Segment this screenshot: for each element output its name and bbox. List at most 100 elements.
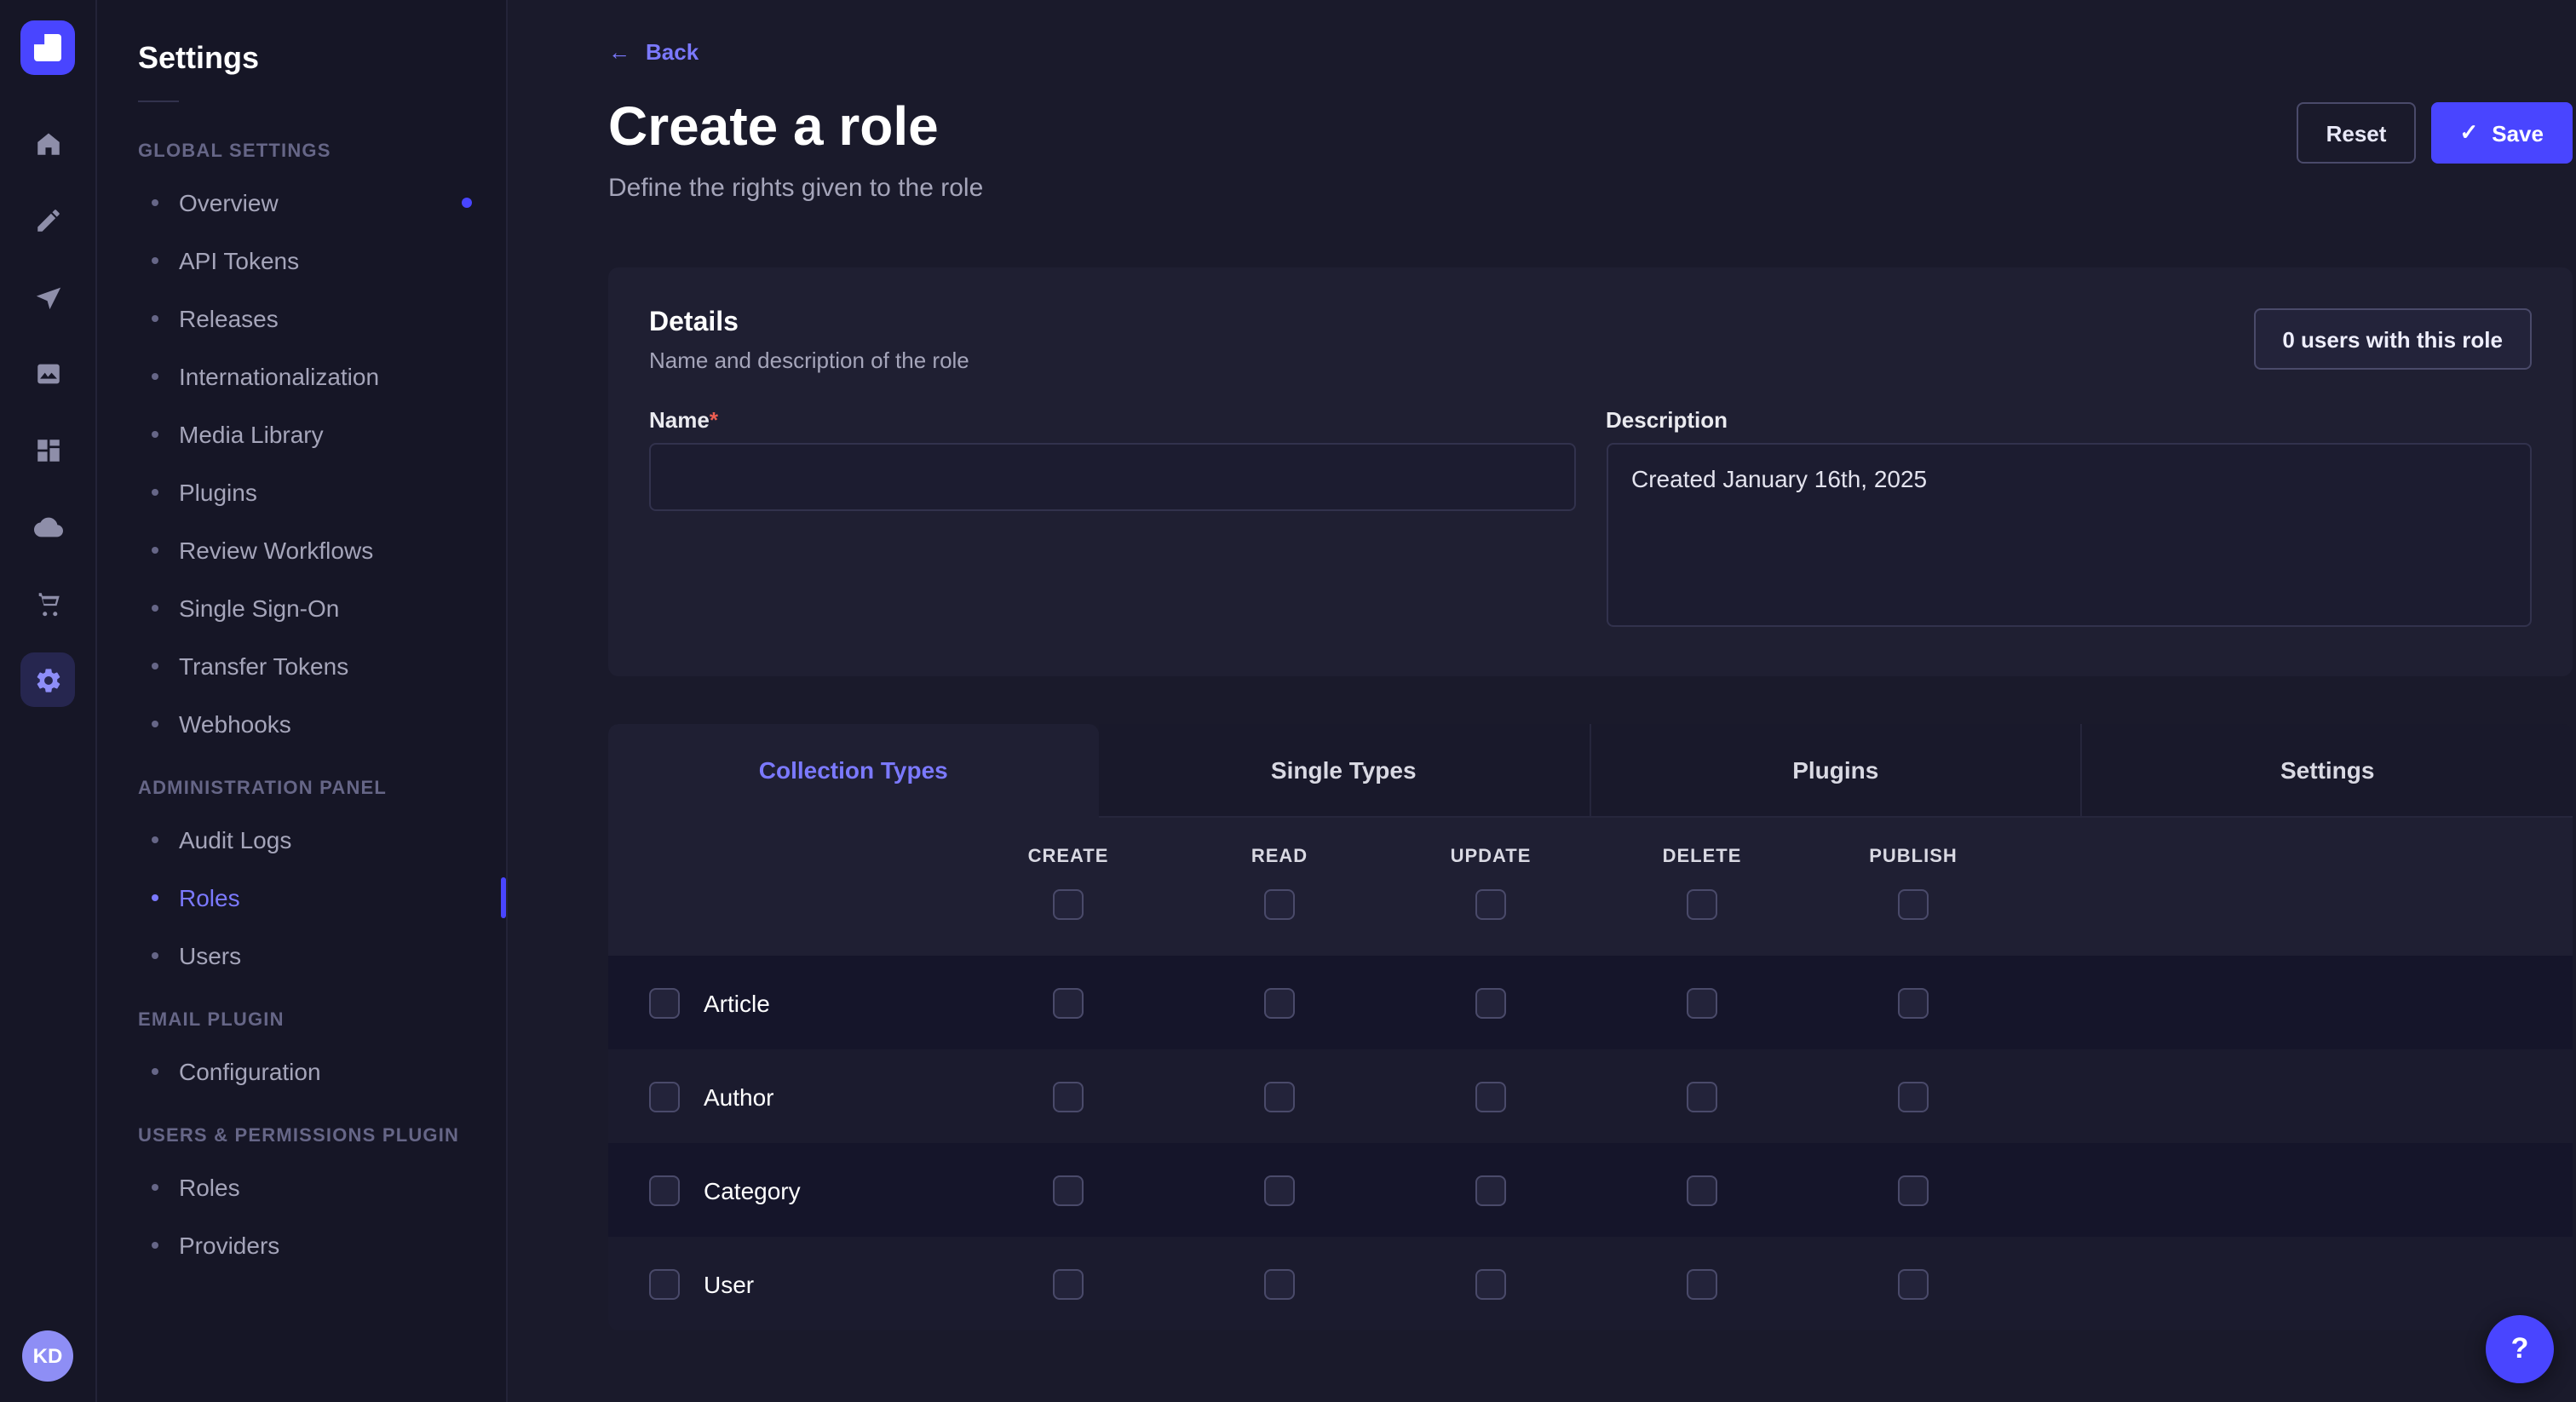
bullet-dot	[152, 373, 158, 380]
bullet-dot	[152, 199, 158, 206]
column-label-update: UPDATE	[1451, 847, 1532, 867]
bullet-dot	[152, 1184, 158, 1191]
checkbox-author-delete[interactable]	[1687, 1081, 1717, 1112]
home-icon[interactable]	[20, 116, 75, 170]
checkbox-user-publish[interactable]	[1898, 1268, 1929, 1299]
cloud-icon[interactable]	[20, 499, 75, 554]
sidebar-item-internationalization[interactable]: Internationalization	[97, 348, 506, 405]
checkbox-article-update[interactable]	[1475, 987, 1506, 1018]
sidebar-item-label: API Tokens	[179, 247, 299, 274]
sidebar-item-label: Single Sign-On	[179, 595, 339, 622]
checkbox-author-update[interactable]	[1475, 1081, 1506, 1112]
releases-paper-plane-icon[interactable]	[20, 269, 75, 324]
settings-gear-icon[interactable]	[20, 652, 75, 707]
tab-collection-types[interactable]: Collection Types	[608, 724, 1099, 818]
column-label-read: READ	[1251, 847, 1308, 867]
checkbox-article-create[interactable]	[1053, 987, 1084, 1018]
content-manager-pen-icon[interactable]	[20, 192, 75, 247]
name-label-text: Name	[649, 407, 710, 433]
content-type-label: User	[704, 1270, 754, 1297]
sidebar-item-label: Plugins	[179, 479, 257, 506]
sidebar-item-overview[interactable]: Overview	[97, 174, 506, 232]
section-label-global-settings: GLOBAL SETTINGS	[97, 116, 506, 174]
role-name-input[interactable]	[649, 443, 1575, 511]
content-type-builder-layout-icon[interactable]	[20, 422, 75, 477]
checkbox-user-all[interactable]	[649, 1268, 680, 1299]
role-description-textarea[interactable]: Created January 16th, 2025	[1606, 443, 2532, 627]
checkbox-user-create[interactable]	[1053, 1268, 1084, 1299]
details-title: Details	[649, 308, 2532, 339]
sidebar-item-users[interactable]: Users	[97, 927, 506, 985]
app-window: KD Settings GLOBAL SETTINGS Overview API…	[0, 0, 2576, 1402]
sidebar-item-audit-logs[interactable]: Audit Logs	[97, 811, 506, 869]
sidebar-item-label: Users	[179, 942, 241, 969]
strapi-logo[interactable]	[20, 20, 75, 75]
back-label: Back	[646, 39, 699, 65]
tab-settings[interactable]: Settings	[2083, 724, 2573, 818]
users-with-role-button[interactable]: 0 users with this role	[2253, 308, 2532, 370]
select-all-publish-checkbox[interactable]	[1898, 889, 1929, 920]
permission-row-user: User	[608, 1237, 2573, 1330]
save-button[interactable]: ✓ Save	[2430, 102, 2573, 164]
checkbox-user-update[interactable]	[1475, 1268, 1506, 1299]
sidebar-item-review-workflows[interactable]: Review Workflows	[97, 521, 506, 579]
sidebar-item-label: Webhooks	[179, 710, 291, 738]
reset-button[interactable]: Reset	[2297, 102, 2416, 164]
select-all-read-checkbox[interactable]	[1264, 889, 1295, 920]
sidebar-item-api-tokens[interactable]: API Tokens	[97, 232, 506, 290]
marketplace-cart-icon[interactable]	[20, 576, 75, 630]
name-field-label: Name*	[649, 407, 1575, 433]
section-label-users-permissions-plugin: USERS & PERMISSIONS PLUGIN	[97, 1100, 506, 1158]
select-all-update-checkbox[interactable]	[1475, 889, 1506, 920]
permission-row-author: Author	[608, 1049, 2573, 1143]
content-type-label: Author	[704, 1083, 774, 1110]
strapi-logo-mark	[34, 34, 61, 61]
bullet-dot	[152, 836, 158, 843]
checkbox-category-publish[interactable]	[1898, 1175, 1929, 1205]
media-library-images-icon[interactable]	[20, 346, 75, 400]
sidebar-item-plugins[interactable]: Plugins	[97, 463, 506, 521]
permissions-tabs: Collection Types Single Types Plugins Se…	[608, 724, 2573, 818]
user-avatar[interactable]: KD	[22, 1330, 73, 1382]
checkbox-author-read[interactable]	[1264, 1081, 1295, 1112]
section-label-administration-panel: ADMINISTRATION PANEL	[97, 753, 506, 811]
sidebar-item-media-library[interactable]: Media Library	[97, 405, 506, 463]
sidebar-item-single-sign-on[interactable]: Single Sign-On	[97, 579, 506, 637]
checkbox-author-publish[interactable]	[1898, 1081, 1929, 1112]
tab-plugins[interactable]: Plugins	[1590, 724, 2083, 818]
tab-single-types[interactable]: Single Types	[1099, 724, 1591, 818]
bullet-dot	[152, 1068, 158, 1075]
back-link[interactable]: ← Back	[608, 39, 699, 65]
content-type-label: Category	[704, 1176, 801, 1204]
checkbox-article-delete[interactable]	[1687, 987, 1717, 1018]
checkbox-category-all[interactable]	[649, 1175, 680, 1205]
help-button[interactable]: ?	[2486, 1315, 2554, 1383]
sidebar-item-releases[interactable]: Releases	[97, 290, 506, 348]
sidebar-item-up-roles[interactable]: Roles	[97, 1158, 506, 1216]
checkbox-user-delete[interactable]	[1687, 1268, 1717, 1299]
checkbox-article-all[interactable]	[649, 987, 680, 1018]
sidebar-item-roles[interactable]: Roles	[97, 869, 506, 927]
sidebar-item-label: Media Library	[179, 421, 324, 448]
bullet-dot	[152, 1242, 158, 1249]
bullet-dot	[152, 431, 158, 438]
select-all-delete-checkbox[interactable]	[1687, 889, 1717, 920]
checkbox-category-create[interactable]	[1053, 1175, 1084, 1205]
sidebar-item-label: Review Workflows	[179, 537, 373, 564]
sidebar-item-label: Overview	[179, 189, 279, 216]
sidebar-item-configuration[interactable]: Configuration	[97, 1043, 506, 1100]
checkbox-author-create[interactable]	[1053, 1081, 1084, 1112]
sidebar-item-providers[interactable]: Providers	[97, 1216, 506, 1274]
checkbox-category-update[interactable]	[1475, 1175, 1506, 1205]
checkbox-author-all[interactable]	[649, 1081, 680, 1112]
select-all-create-checkbox[interactable]	[1053, 889, 1084, 920]
sidebar-item-transfer-tokens[interactable]: Transfer Tokens	[97, 637, 506, 695]
checkbox-article-publish[interactable]	[1898, 987, 1929, 1018]
sidebar-item-webhooks[interactable]: Webhooks	[97, 695, 506, 753]
checkbox-category-delete[interactable]	[1687, 1175, 1717, 1205]
checkbox-user-read[interactable]	[1264, 1268, 1295, 1299]
sidebar-item-label: Audit Logs	[179, 826, 291, 853]
page-subtitle: Define the rights given to the role	[608, 174, 983, 203]
checkbox-article-read[interactable]	[1264, 987, 1295, 1018]
checkbox-category-read[interactable]	[1264, 1175, 1295, 1205]
